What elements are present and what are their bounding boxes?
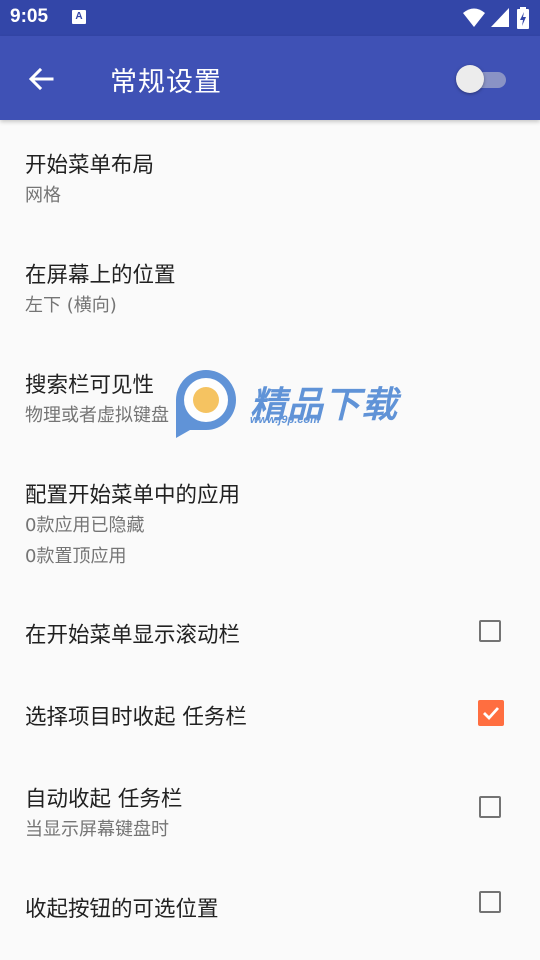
checkmark-icon	[483, 707, 500, 721]
checkbox[interactable]	[479, 891, 501, 913]
signal-icon	[491, 8, 509, 27]
setting-search-bar-visibility[interactable]: 搜索栏可见性 物理或者虚拟键盘	[0, 340, 540, 450]
checkbox[interactable]	[479, 796, 501, 818]
battery-icon	[517, 7, 529, 29]
setting-title: 搜索栏可见性	[25, 373, 155, 398]
setting-collapse-on-select[interactable]: 选择项目时收起 任务栏	[0, 672, 540, 754]
setting-title: 在屏幕上的位置	[25, 263, 176, 288]
setting-title: 开始菜单布局	[25, 153, 155, 178]
settings-list: 开始菜单布局 网格 在屏幕上的位置 左下 (横向) 搜索栏可见性 物理或者虚拟键…	[0, 120, 540, 960]
setting-start-menu-layout[interactable]: 开始菜单布局 网格	[0, 120, 540, 230]
master-toggle-switch[interactable]	[456, 64, 508, 94]
setting-auto-collapse[interactable]: 自动收起 任务栏 当显示屏幕键盘时	[0, 754, 540, 864]
setting-summary: 当显示屏幕键盘时	[25, 819, 169, 840]
setting-configure-apps[interactable]: 配置开始菜单中的应用 0款应用已隐藏 0款置顶应用	[0, 450, 540, 590]
setting-title: 选择项目时收起 任务栏	[25, 705, 247, 730]
setting-title: 配置开始菜单中的应用	[25, 483, 241, 508]
checkbox-checked[interactable]	[478, 700, 504, 726]
setting-summary: 网格	[25, 185, 61, 206]
setting-title: 自动收起 任务栏	[25, 787, 183, 812]
setting-summary-hidden: 0款应用已隐藏	[25, 515, 145, 536]
checkbox[interactable]	[479, 620, 501, 642]
wifi-icon	[463, 8, 485, 27]
status-time: 9:05	[10, 6, 49, 27]
page-title: 常规设置	[110, 67, 222, 98]
setting-show-scrollbar[interactable]: 在开始菜单显示滚动栏	[0, 590, 540, 672]
app-bar: 常规设置	[0, 36, 540, 120]
status-bar: 9:05 A	[0, 0, 540, 36]
setting-position-on-screen[interactable]: 在屏幕上的位置 左下 (横向)	[0, 230, 540, 340]
arrow-left-icon[interactable]	[26, 64, 56, 94]
setting-summary: 物理或者虚拟键盘	[25, 405, 169, 426]
setting-title: 在开始菜单显示滚动栏	[25, 623, 241, 648]
notification-icon: A	[72, 10, 86, 24]
setting-title: 收起按钮的可选位置	[25, 897, 219, 922]
switch-thumb	[456, 65, 484, 93]
setting-collapse-button-position[interactable]: 收起按钮的可选位置	[0, 864, 540, 960]
setting-summary-pinned: 0款置顶应用	[25, 546, 127, 567]
setting-summary: 左下 (横向)	[25, 295, 117, 316]
